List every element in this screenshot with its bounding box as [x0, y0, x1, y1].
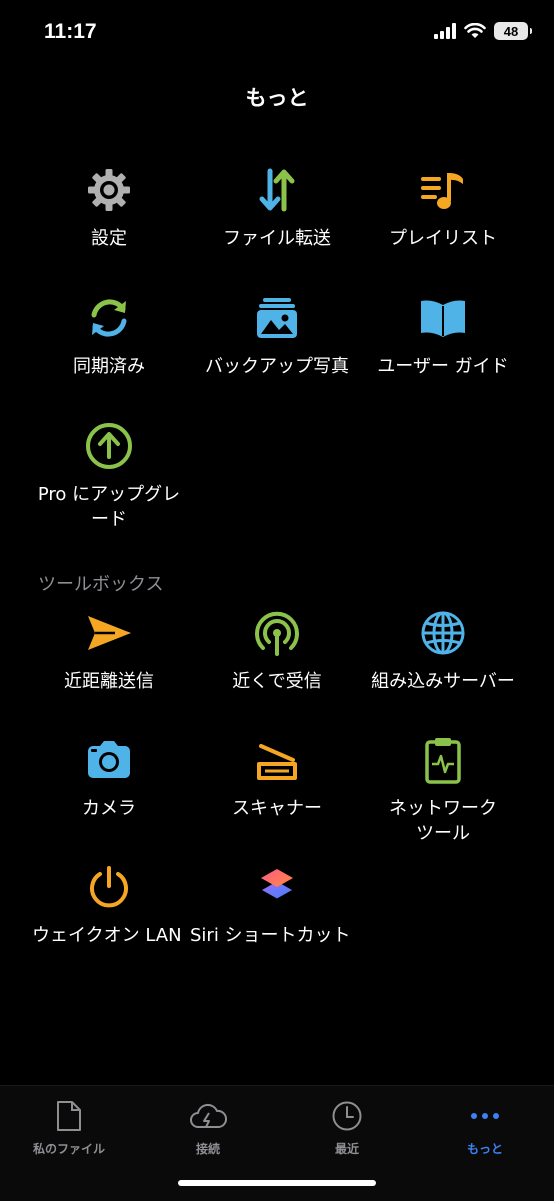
file-transfer-tile[interactable]: ファイル転送 [192, 160, 362, 251]
document-icon [4, 1098, 134, 1134]
upgrade-pro-label-line2: ード [91, 509, 127, 530]
battery-indicator: 48 [494, 22, 532, 40]
sync-icon [79, 288, 139, 348]
playlist-label: プレイリスト [389, 228, 497, 249]
playlist-icon [413, 160, 473, 220]
user-guide-tile[interactable]: ユーザー ガイド [358, 288, 528, 379]
synced-tile[interactable]: 同期済み [24, 288, 194, 379]
transfer-arrows-icon [247, 160, 307, 220]
cellular-signal-icon [434, 23, 456, 39]
clock-icon [282, 1098, 412, 1134]
photo-stack-icon [247, 288, 307, 348]
tab-connect-label: 接続 [195, 1142, 220, 1156]
scanner-tile[interactable]: スキャナー [192, 730, 362, 821]
camera-label: カメラ [82, 798, 136, 819]
scanner-icon [247, 730, 307, 790]
siri-shortcuts-label: Siri ショートカット [190, 925, 351, 946]
cloud-bolt-icon [143, 1098, 273, 1134]
camera-tile[interactable]: カメラ [24, 730, 194, 821]
backup-photos-label: バックアップ写真 [205, 356, 349, 377]
upgrade-pro-tile[interactable]: Pro にアップグレ ード [24, 416, 194, 532]
shortcuts-icon [247, 857, 307, 917]
status-bar: 11:17 48 [0, 0, 554, 66]
wifi-icon [464, 23, 486, 38]
embedded-server-tile[interactable]: 組み込みサーバー [358, 603, 528, 694]
tab-recent-label: 最近 [334, 1142, 359, 1156]
network-tools-label: ネットワーク ツール [358, 796, 528, 846]
globe-icon [413, 603, 473, 663]
upgrade-pro-label: Pro にアップグレ ード [24, 482, 194, 532]
status-icons: 48 [434, 22, 532, 40]
tab-more[interactable]: もっと [420, 1098, 550, 1157]
siri-shortcuts-tile[interactable]: Siri ショートカット [190, 857, 362, 948]
clipboard-pulse-icon [413, 730, 473, 790]
user-guide-label: ユーザー ガイド [377, 356, 509, 377]
tab-my-files[interactable]: 私のファイル [4, 1098, 134, 1157]
backup-photos-tile[interactable]: バックアップ写真 [192, 288, 362, 379]
tab-recent[interactable]: 最近 [282, 1098, 412, 1157]
upgrade-arrow-icon [79, 416, 139, 476]
wake-on-lan-label: ウェイクオン LAN [32, 925, 182, 946]
home-indicator[interactable] [178, 1180, 376, 1186]
paper-plane-icon [79, 603, 139, 663]
wake-on-lan-tile[interactable]: ウェイクオン LAN [24, 857, 194, 948]
toolbox-section-header: ツールボックス [38, 574, 164, 595]
network-tools-label-line2: ツール [416, 823, 470, 844]
nearby-receive-tile[interactable]: 近くで受信 [192, 603, 362, 694]
broadcast-icon [247, 603, 307, 663]
nearby-send-tile[interactable]: 近距離送信 [24, 603, 194, 694]
upgrade-pro-label-line1: Pro にアップグレ [37, 484, 181, 505]
tab-my-files-label: 私のファイル [32, 1142, 105, 1156]
synced-label: 同期済み [73, 356, 145, 377]
book-icon [413, 288, 473, 348]
playlist-tile[interactable]: プレイリスト [358, 160, 528, 251]
tab-connect[interactable]: 接続 [143, 1098, 273, 1157]
settings-tile[interactable]: 設定 [24, 160, 194, 251]
ellipsis-icon [420, 1098, 550, 1134]
power-icon [79, 857, 139, 917]
page-title: もっと [245, 87, 309, 110]
file-transfer-label: ファイル転送 [223, 228, 331, 249]
network-tools-tile[interactable]: ネットワーク ツール [358, 730, 528, 846]
nearby-receive-label: 近くで受信 [232, 671, 322, 692]
scanner-label: スキャナー [232, 798, 322, 819]
status-time: 11:17 [44, 20, 97, 43]
settings-label: 設定 [91, 228, 127, 249]
gear-icon [79, 160, 139, 220]
nearby-send-label: 近距離送信 [64, 671, 154, 692]
tab-more-label: もっと [466, 1142, 503, 1156]
embedded-server-label: 組み込みサーバー [371, 671, 515, 692]
network-tools-label-line1: ネットワーク [389, 798, 497, 819]
camera-icon [79, 730, 139, 790]
